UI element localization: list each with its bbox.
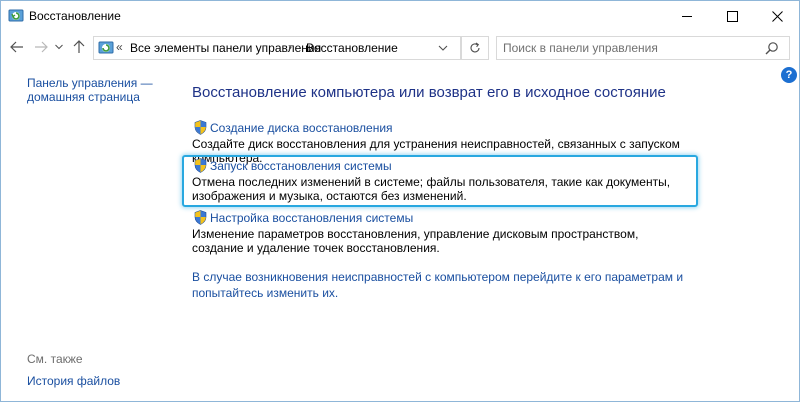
close-button[interactable] bbox=[755, 1, 799, 31]
minimize-icon bbox=[682, 15, 692, 17]
back-button[interactable] bbox=[7, 37, 27, 57]
highlight-frame bbox=[182, 155, 698, 207]
recent-locations-button[interactable] bbox=[53, 37, 65, 57]
page-title: Восстановление компьютера или возврат ег… bbox=[192, 84, 666, 101]
uac-shield-icon bbox=[194, 120, 207, 135]
window-title: Восстановление bbox=[29, 9, 121, 23]
navigation-bar: « Все элементы панели управления › Восст… bbox=[1, 31, 799, 63]
search-icon[interactable] bbox=[765, 41, 779, 55]
up-button[interactable] bbox=[69, 37, 89, 57]
breadcrumb-overflow-icon[interactable]: « bbox=[116, 40, 123, 54]
refresh-button[interactable] bbox=[461, 36, 489, 60]
close-icon bbox=[771, 10, 783, 22]
chevron-down-icon bbox=[55, 44, 63, 50]
reset-pc-link[interactable]: В случае возникновения неисправностей с … bbox=[192, 269, 702, 301]
see-also-label: См. также bbox=[27, 352, 83, 366]
configure-system-restore-link[interactable]: Настройка восстановления системы bbox=[210, 211, 413, 225]
configure-system-restore-description: Изменение параметров восстановления, упр… bbox=[192, 227, 639, 255]
maximize-icon bbox=[726, 10, 738, 22]
address-bar[interactable]: « Все элементы панели управления › Восст… bbox=[93, 36, 461, 60]
uac-shield-icon bbox=[194, 210, 207, 225]
address-dropdown-icon[interactable] bbox=[436, 41, 450, 55]
recovery-window: Восстановление « Все элементы панели упр… bbox=[0, 0, 800, 402]
breadcrumb-separator-icon[interactable]: › bbox=[288, 40, 292, 54]
arrow-up-icon bbox=[73, 40, 85, 53]
arrow-left-icon bbox=[10, 41, 23, 53]
control-panel-recovery-icon bbox=[98, 41, 114, 54]
arrow-right-icon bbox=[35, 41, 48, 53]
forward-button[interactable] bbox=[31, 37, 51, 57]
control-panel-recovery-icon bbox=[8, 9, 24, 22]
control-panel-home-link[interactable]: Панель управления — домашняя страница bbox=[27, 76, 177, 104]
create-recovery-drive-link[interactable]: Создание диска восстановления bbox=[210, 121, 393, 135]
refresh-icon bbox=[470, 42, 480, 53]
breadcrumb-root[interactable]: Все элементы панели управления bbox=[130, 41, 321, 55]
title-bar: Восстановление bbox=[1, 1, 799, 31]
search-input[interactable] bbox=[503, 40, 758, 56]
search-box[interactable] bbox=[496, 36, 790, 60]
breadcrumb-current[interactable]: Восстановление bbox=[306, 41, 398, 55]
file-history-link[interactable]: История файлов bbox=[27, 374, 120, 388]
help-icon[interactable]: ? bbox=[781, 67, 797, 83]
maximize-button[interactable] bbox=[710, 1, 754, 31]
minimize-button[interactable] bbox=[665, 1, 709, 31]
